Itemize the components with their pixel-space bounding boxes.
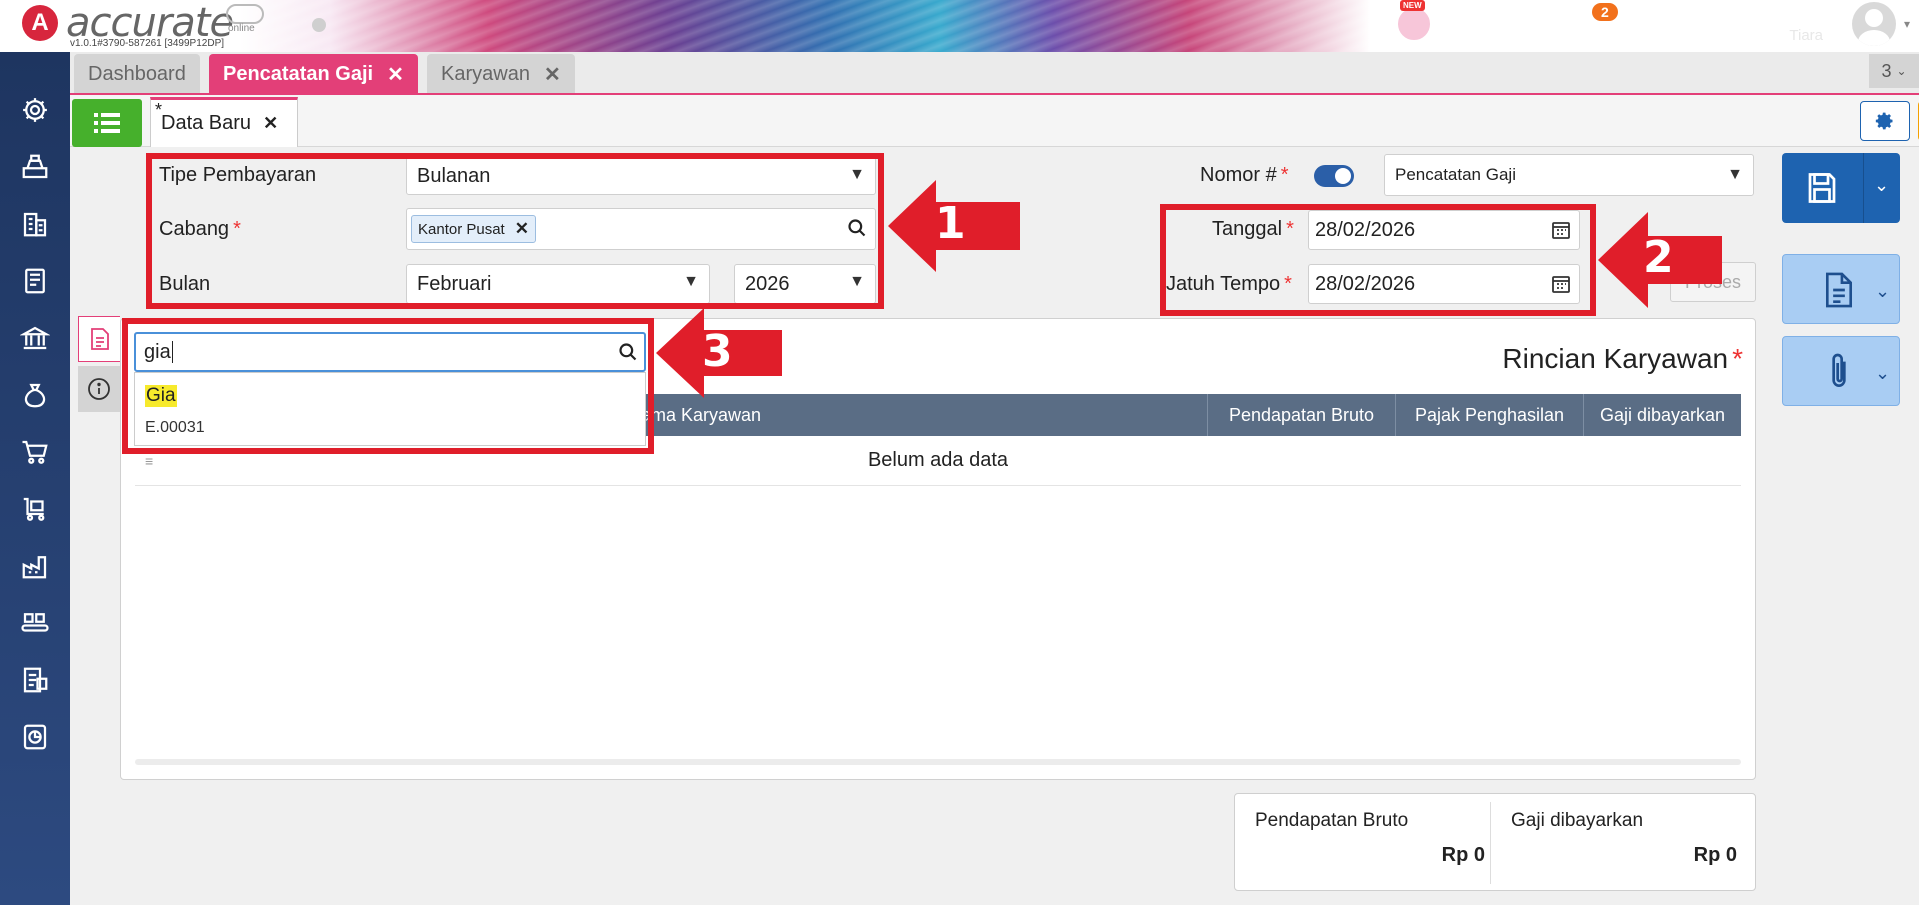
user-avatar[interactable] [1852, 2, 1896, 46]
tab-dashboard[interactable]: Dashboard [74, 54, 200, 94]
subtab-data-baru[interactable]: * Data Baru ✕ [150, 97, 298, 147]
total-bruto-value: Rp 0 [1441, 844, 1485, 866]
sub-header: * Data Baru ✕ [70, 95, 1919, 147]
form-settings-button[interactable] [1860, 101, 1910, 141]
nomor-auto-toggle[interactable] [1314, 165, 1354, 187]
attachment-button[interactable]: ⌄ [1782, 336, 1900, 406]
money-bag-icon[interactable] [17, 377, 53, 413]
print-document-button[interactable]: ⌄ [1782, 254, 1900, 324]
list-view-button[interactable] [72, 99, 142, 147]
detail-tab[interactable] [78, 316, 120, 362]
whats-new-avatar[interactable] [1396, 6, 1432, 42]
floppy-disk-icon [1808, 173, 1836, 203]
status-dot-icon [312, 18, 326, 32]
close-tab-icon[interactable]: ✕ [544, 62, 561, 87]
horizontal-scrollbar[interactable] [135, 759, 1741, 765]
total-gaji-label: Gaji dibayarkan [1511, 810, 1644, 831]
panel-title: Rincian Karyawan * [1502, 343, 1743, 374]
version-text: v1.0.1#3790-587261 [3499P12DP] [70, 38, 225, 49]
chevron-down-icon: ⌄ [1875, 363, 1891, 383]
annotation-box-3 [122, 318, 654, 454]
save-options-chevron-icon[interactable]: ⌄ [1874, 175, 1889, 196]
totals-divider [1490, 802, 1491, 884]
header-pendapatan-bruto[interactable]: Pendapatan Bruto [1207, 394, 1395, 436]
chevron-down-icon: ▼ [1727, 166, 1743, 183]
user-name[interactable]: Fifi Fashion [1709, 3, 1823, 29]
list-icon [94, 113, 120, 133]
header-gaji-dibayarkan[interactable]: Gaji dibayarkan [1583, 394, 1741, 436]
subtab-label: Data Baru [161, 112, 252, 134]
nomor-label: Nomor # * [1200, 164, 1289, 186]
cloud-icon [226, 4, 264, 24]
delivery-cart-icon[interactable] [17, 491, 53, 527]
user-subtitle: Tiara [1789, 27, 1823, 44]
header-banner-texture [240, 0, 1370, 52]
search-icon[interactable] [1464, 10, 1490, 43]
report-chart-icon[interactable] [17, 719, 53, 755]
notification-count-badge: 2 [1592, 3, 1618, 21]
help-icon[interactable] [1528, 10, 1554, 43]
shopping-cart-icon[interactable] [17, 434, 53, 470]
tab-label: Pencatatan Gaji [223, 62, 374, 85]
bank-icon[interactable] [17, 320, 53, 356]
cash-register-icon[interactable] [17, 149, 53, 185]
info-tab[interactable] [78, 366, 120, 412]
module-tabs: Dashboard Pencatatan Gaji ✕ Karyawan ✕ 3… [70, 52, 1919, 94]
tab-label: Karyawan [441, 62, 530, 85]
factory-icon[interactable] [17, 548, 53, 584]
user-menu-chevron-icon[interactable]: ▾ [1904, 17, 1910, 31]
accurate-logo-icon[interactable]: A [22, 5, 58, 41]
logo-online: online [228, 23, 255, 34]
info-icon [88, 378, 110, 400]
bell-icon[interactable] [1584, 20, 1608, 51]
close-tab-icon[interactable]: ✕ [387, 62, 404, 87]
paperclip-icon [1832, 353, 1846, 387]
nomor-value: Pencatatan Gaji [1395, 165, 1516, 184]
save-button[interactable]: ⌄ [1782, 153, 1900, 223]
chevron-down-icon: ⌄ [1875, 281, 1891, 301]
total-bruto-label: Pendapatan Bruto [1255, 810, 1409, 831]
ledger-book-icon[interactable] [17, 263, 53, 299]
nomor-select[interactable]: Pencatatan Gaji ▼ [1384, 154, 1754, 196]
annotation-box-2 [1160, 204, 1596, 316]
sidebar [0, 52, 70, 905]
conveyor-icon[interactable] [17, 605, 53, 641]
tab-pencatatan-gaji[interactable]: Pencatatan Gaji ✕ [209, 54, 418, 94]
annotation-box-1 [146, 153, 884, 309]
new-badge: NEW [1400, 0, 1425, 11]
gear-icon [1875, 112, 1893, 130]
document-lines-icon [90, 328, 109, 350]
split-divider [1863, 153, 1864, 223]
settings-gear-icon[interactable] [17, 92, 53, 128]
annotation-number-3: 3 [702, 326, 733, 377]
totals-panel: Pendapatan Bruto Rp 0 Gaji dibayarkan Rp… [1234, 793, 1756, 891]
annotation-number-2: 2 [1643, 232, 1674, 283]
total-gaji-value: Rp 0 [1693, 844, 1737, 866]
tab-label: Dashboard [88, 62, 186, 85]
tab-karyawan[interactable]: Karyawan ✕ [427, 54, 575, 94]
header-pajak-penghasilan[interactable]: Pajak Penghasilan [1395, 394, 1583, 436]
close-subtab-icon[interactable]: ✕ [263, 113, 278, 134]
annotation-number-1: 1 [935, 198, 966, 249]
unsaved-marker: * [155, 100, 163, 120]
document-icon [1825, 272, 1853, 308]
top-bar: A accurate online v1.0.1#3790-587261 [34… [0, 0, 1919, 52]
tab-overflow-count[interactable]: 3 ⌄ [1869, 54, 1919, 88]
tax-document-icon[interactable] [17, 662, 53, 698]
building-icon[interactable] [17, 206, 53, 242]
